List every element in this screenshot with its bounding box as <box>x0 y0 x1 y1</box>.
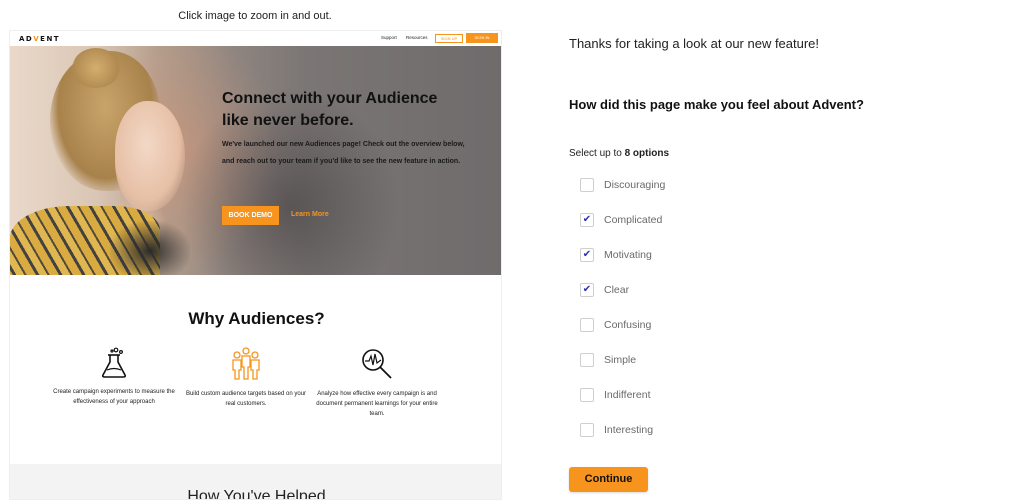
option-interesting[interactable]: Interesting <box>580 422 653 438</box>
checkbox[interactable] <box>580 318 594 332</box>
site-navbar: ADVENT Support Resources SIGN UP SIGN IN <box>10 31 501 46</box>
survey-question: How did this page make you feel about Ad… <box>569 97 864 112</box>
feature-text: Analyze how effective every campaign is … <box>316 391 438 417</box>
hero-section: Connect with your Audience like never be… <box>10 46 501 275</box>
feature-text: Create campaign experiments to measure t… <box>53 389 175 405</box>
option-complicated[interactable]: ✔ Complicated <box>580 212 662 228</box>
checkbox-checked[interactable]: ✔ <box>580 283 594 297</box>
feature-experiments: Create campaign experiments to measure t… <box>50 347 178 407</box>
option-label: Discouraging <box>604 179 666 191</box>
hero-title: Connect with your Audience like never be… <box>222 90 438 129</box>
option-simple[interactable]: Simple <box>580 352 636 368</box>
checkbox-checked[interactable]: ✔ <box>580 213 594 227</box>
option-label: Interesting <box>604 424 654 436</box>
flask-icon <box>101 347 127 378</box>
nav-support: Support <box>381 35 397 40</box>
option-clear[interactable]: ✔ Clear <box>580 282 629 298</box>
checkbox[interactable] <box>580 178 594 192</box>
people-icon <box>232 347 260 380</box>
nav-signin-button: SIGN IN <box>466 33 498 43</box>
option-label: Motivating <box>604 249 652 261</box>
feature-text: Build custom audience targets based on y… <box>185 391 307 407</box>
checkbox[interactable] <box>580 388 594 402</box>
nav-signup-button: SIGN UP <box>435 34 463 43</box>
feature-audiences: Build custom audience targets based on y… <box>182 347 310 409</box>
checkbox-checked[interactable]: ✔ <box>580 248 594 262</box>
advent-logo: ADVENT <box>19 35 61 43</box>
zoom-hint: Click image to zoom in and out. <box>178 10 332 22</box>
option-label: Indifferent <box>604 389 651 401</box>
book-demo-button: BOOK DEMO <box>222 206 279 225</box>
website-preview-image[interactable]: ADVENT Support Resources SIGN UP SIGN IN… <box>9 30 502 500</box>
nav-resources: Resources <box>406 35 428 40</box>
checkbox[interactable] <box>580 423 594 437</box>
option-label: Confusing <box>604 319 652 331</box>
option-indifferent[interactable]: Indifferent <box>580 387 651 403</box>
thanks-text: Thanks for taking a look at our new feat… <box>569 36 820 51</box>
option-motivating[interactable]: ✔ Motivating <box>580 247 652 263</box>
learn-more-link: Learn More <box>291 211 329 218</box>
checkbox[interactable] <box>580 353 594 367</box>
option-discouraging[interactable]: Discouraging <box>580 177 665 193</box>
feature-analyze: Analyze how effective every campaign is … <box>313 347 441 419</box>
select-limit-note: Select up to 8 options <box>569 148 670 159</box>
option-label: Simple <box>604 354 637 366</box>
how-youve-helped-title: How You've Helped <box>187 488 326 500</box>
why-audiences-title: Why Audiences? <box>188 309 325 328</box>
continue-button[interactable]: Continue <box>569 467 648 492</box>
option-label: Clear <box>604 284 630 296</box>
option-confusing[interactable]: Confusing <box>580 317 651 333</box>
magnifier-chart-icon <box>362 349 392 379</box>
hero-subtitle: We've launched our new Audiences page! C… <box>222 141 465 165</box>
option-label: Complicated <box>604 214 663 226</box>
